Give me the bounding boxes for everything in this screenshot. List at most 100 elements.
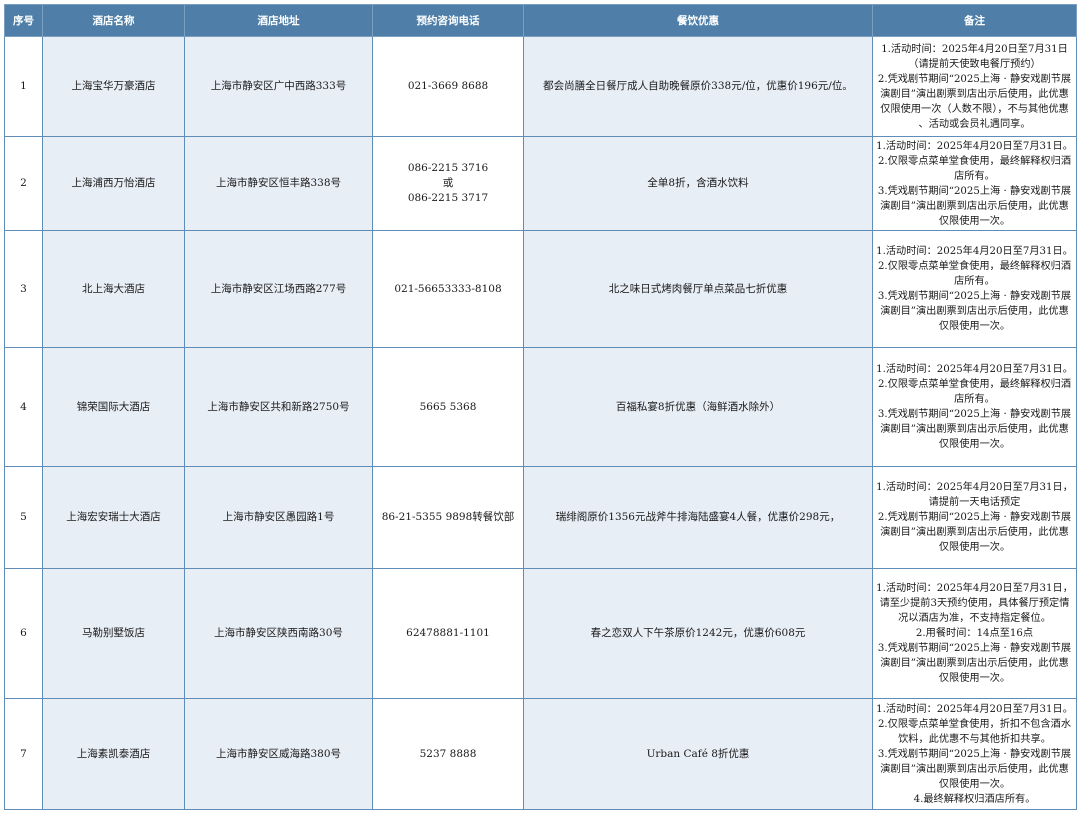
- remark-line: 2.凭戏剧节期间“2025上海 · 静安戏剧节展: [877, 512, 1072, 523]
- hotel-name: 上海浦西万怡酒店: [42, 136, 185, 231]
- header-index: 序号: [4, 4, 43, 37]
- hotel-name: 锦荣国际大酒店: [42, 347, 185, 467]
- hotel-name: 上海素凯泰酒店: [42, 698, 185, 810]
- remark-line: 店所有。: [954, 170, 995, 182]
- hotel-address: 上海市静安区广中西路333号: [184, 36, 373, 137]
- row-index: 7: [4, 698, 43, 810]
- phone-line: 5237 8888: [419, 747, 477, 760]
- remarks-cell: 1.活动时间：2025年4月20日至7月31日。 2.仅限零点菜单堂食使用，最终解…: [872, 347, 1077, 467]
- hotel-name: 马勒别墅饭店: [42, 568, 185, 699]
- header-row: 序号 酒店名称 酒店地址 预约咨询电话 餐饮优惠 备注: [4, 4, 1077, 37]
- hotel-address: 上海市静安区江场西路277号: [184, 230, 373, 348]
- remarks-cell: 1.活动时间：2025年4月20日至7月31日 （请提前天使致电餐厅预约） 2.凭戏…: [872, 36, 1077, 137]
- remark-line: 况以酒店为准，不支持指定餐位。: [898, 613, 1051, 624]
- table-row: 4 锦荣国际大酒店 上海市静安区共和新路2750号 5665 5368 百福私宴8折优惠…: [4, 347, 1077, 467]
- remarks-cell: 1.活动时间：2025年4月20日至7月31日。 2.仅限零点菜单堂食使用，最终解…: [872, 230, 1077, 348]
- row-index: 3: [4, 230, 43, 348]
- dining-offer: 百福私宴8折优惠（海鲜酒水除外）: [523, 347, 873, 467]
- remark-line: 3.凭戏剧节期间“2025上海 · 静安戏剧节展: [877, 291, 1072, 302]
- phone-line: 086-2215 3716: [407, 162, 489, 174]
- dining-offer: Urban Café 8折优惠: [523, 698, 873, 810]
- remark-line: 1.活动时间：2025年4月20日至7月31日。: [876, 703, 1073, 715]
- remark-line: 演剧目”演出剧票到店出示后使用，此优惠: [880, 424, 1069, 435]
- row-index: 1: [4, 36, 43, 137]
- header-hotel-address: 酒店地址: [184, 4, 373, 37]
- remark-line: 2.仅限零点菜单堂食使用，最终解释权归酒: [877, 261, 1072, 272]
- header-remarks: 备注: [872, 4, 1077, 37]
- remarks-cell: 1.活动时间：2025年4月20日至7月31日。 2.仅限零点菜单堂食使用，最终解…: [872, 136, 1077, 231]
- hotel-name: 北上海大酒店: [42, 230, 185, 348]
- remark-line: 2.仅限零点菜单堂食使用，折扣不包含酒水: [877, 718, 1072, 730]
- remark-line: 演剧目”演出剧票到店出示后使用，此优惠: [880, 527, 1069, 538]
- remark-line: 3.凭戏剧节期间“2025上海 · 静安戏剧节展: [877, 409, 1072, 420]
- remark-line: 演剧目”演出剧票到店出示后使用，此优惠: [880, 306, 1069, 317]
- table-row: 1 上海宝华万豪酒店 上海市静安区广中西路333号 021-3669 8688 都会尚膳…: [4, 36, 1077, 137]
- remarks-cell: 1.活动时间：2025年4月20日至7月31日， 请至少提前3天预约使用，具体餐厅…: [872, 568, 1077, 699]
- table-row: 6 马勒别墅饭店 上海市静安区陕西南路30号 62478881-1101 春之恋双人下午…: [4, 568, 1077, 699]
- remark-line: 1.活动时间：2025年4月20日至7月31日，: [876, 583, 1073, 594]
- phone-line: 021-56653333-8108: [394, 282, 502, 295]
- remark-line: 店所有。: [954, 394, 995, 405]
- dining-offer: 瑞绯阁原价1356元战斧牛排海陆盛宴4人餐，优惠价298元，: [523, 466, 873, 569]
- hotel-name: 上海宏安瑞士大酒店: [42, 466, 185, 569]
- table-row: 7 上海素凯泰酒店 上海市静安区威海路380号 5237 8888 Urban Café…: [4, 698, 1077, 810]
- hotel-address: 上海市静安区陕西南路30号: [184, 568, 373, 699]
- remark-line: 仅限使用一次（人数不限），不与其他优惠: [880, 103, 1069, 115]
- phone-cell: 021-3669 8688: [372, 36, 524, 137]
- remarks-cell: 1.活动时间：2025年4月20日至7月31日。 2.仅限零点菜单堂食使用，折扣不…: [872, 698, 1077, 810]
- hotel-address: 上海市静安区愚园路1号: [184, 466, 373, 569]
- hotel-address: 上海市静安区共和新路2750号: [184, 347, 373, 467]
- remark-line: 饮料，此优惠不与其他折扣共享。: [898, 733, 1051, 745]
- row-index: 4: [4, 347, 43, 467]
- phone-line: 021-3669 8688: [407, 80, 489, 92]
- table-row: 2 上海浦西万怡酒店 上海市静安区恒丰路338号 086-2215 3716 或 086-…: [4, 136, 1077, 231]
- phone-line: 5665 5368: [419, 400, 477, 413]
- table-row: 3 北上海大酒店 上海市静安区江场西路277号 021-56653333-8108 北之…: [4, 230, 1077, 348]
- remark-line: 3.凭戏剧节期间“2025上海 · 静安戏剧节展: [877, 643, 1072, 654]
- remark-line: 1.活动时间：2025年4月20日至7月31日。: [876, 140, 1073, 152]
- header-dining-offer: 餐饮优惠: [523, 4, 873, 37]
- phone-cell: 86-21-5355 9898转餐饮部: [372, 466, 524, 569]
- hotel-name: 上海宝华万豪酒店: [42, 36, 185, 137]
- remark-line: 1.活动时间：2025年4月20日至7月31日。: [876, 364, 1073, 375]
- remark-line: 演剧目”演出剧票到店出示后使用，此优惠: [880, 763, 1069, 775]
- remark-line: 3.凭戏剧节期间“2025上海 · 静安戏剧节展: [877, 185, 1072, 197]
- phone-line: 62478881-1101: [406, 627, 490, 639]
- remark-line: 仅限使用一次。: [938, 439, 1011, 450]
- phone-cell: 086-2215 3716 或 086-2215 3717: [372, 136, 524, 231]
- hotel-offers-table: 序号 酒店名称 酒店地址 预约咨询电话 餐饮优惠 备注 1 上海宝华万豪酒店 上海市…: [4, 4, 1077, 810]
- remark-line: 演剧目”演出剧票到店出示后使用，此优惠: [880, 658, 1069, 669]
- header-phone: 预约咨询电话: [372, 4, 524, 37]
- remark-line: 2.仅限零点菜单堂食使用，最终解释权归酒: [877, 155, 1072, 167]
- remark-line: 仅限使用一次。: [938, 778, 1011, 790]
- phone-cell: 5665 5368: [372, 347, 524, 467]
- remark-line: 1.活动时间：2025年4月20日至7月31日。: [876, 246, 1073, 257]
- hotel-address: 上海市静安区威海路380号: [184, 698, 373, 810]
- remark-line: 仅限使用一次。: [938, 321, 1011, 332]
- remark-line: 演剧目”演出剧票到店出示后使用，此优惠: [880, 200, 1069, 212]
- row-index: 2: [4, 136, 43, 231]
- phone-line: 或: [442, 177, 454, 189]
- row-index: 6: [4, 568, 43, 699]
- remark-line: 2.凭戏剧节期间“2025上海 · 静安戏剧节展: [877, 73, 1072, 85]
- remark-line: 1.活动时间：2025年4月20日至7月31日，: [876, 482, 1073, 493]
- remark-line: 2.用餐时间：14点至16点: [915, 628, 1034, 639]
- remark-line: 仅限使用一次。: [938, 542, 1011, 553]
- phone-line: 86-21-5355 9898转餐饮部: [381, 511, 515, 523]
- dining-offer: 都会尚膳全日餐厅成人自助晚餐原价338元/位，优惠价196元/位。: [523, 36, 873, 137]
- remark-line: 演剧目”演出剧票到店出示后使用，此优惠: [880, 88, 1069, 100]
- phone-cell: 62478881-1101: [372, 568, 524, 699]
- remark-line: 店所有。: [954, 276, 995, 287]
- phone-cell: 021-56653333-8108: [372, 230, 524, 348]
- remark-line: 3.凭戏剧节期间“2025上海 · 静安戏剧节展: [877, 748, 1072, 760]
- remark-line: 请至少提前3天预约使用，具体餐厅预定情: [879, 598, 1070, 609]
- dining-offer: 春之恋双人下午茶原价1242元，优惠价608元: [523, 568, 873, 699]
- remark-line: 仅限使用一次。: [938, 215, 1011, 227]
- remark-line: 1.活动时间：2025年4月20日至7月31日: [881, 43, 1068, 55]
- phone-line: 086-2215 3717: [407, 192, 489, 204]
- table-row: 5 上海宏安瑞士大酒店 上海市静安区愚园路1号 86-21-5355 9898转餐饮部…: [4, 466, 1077, 569]
- phone-cell: 5237 8888: [372, 698, 524, 810]
- row-index: 5: [4, 466, 43, 569]
- remark-line: 仅限使用一次。: [938, 673, 1011, 684]
- remark-line: 4.最终解释权归酒店所有。: [913, 793, 1036, 805]
